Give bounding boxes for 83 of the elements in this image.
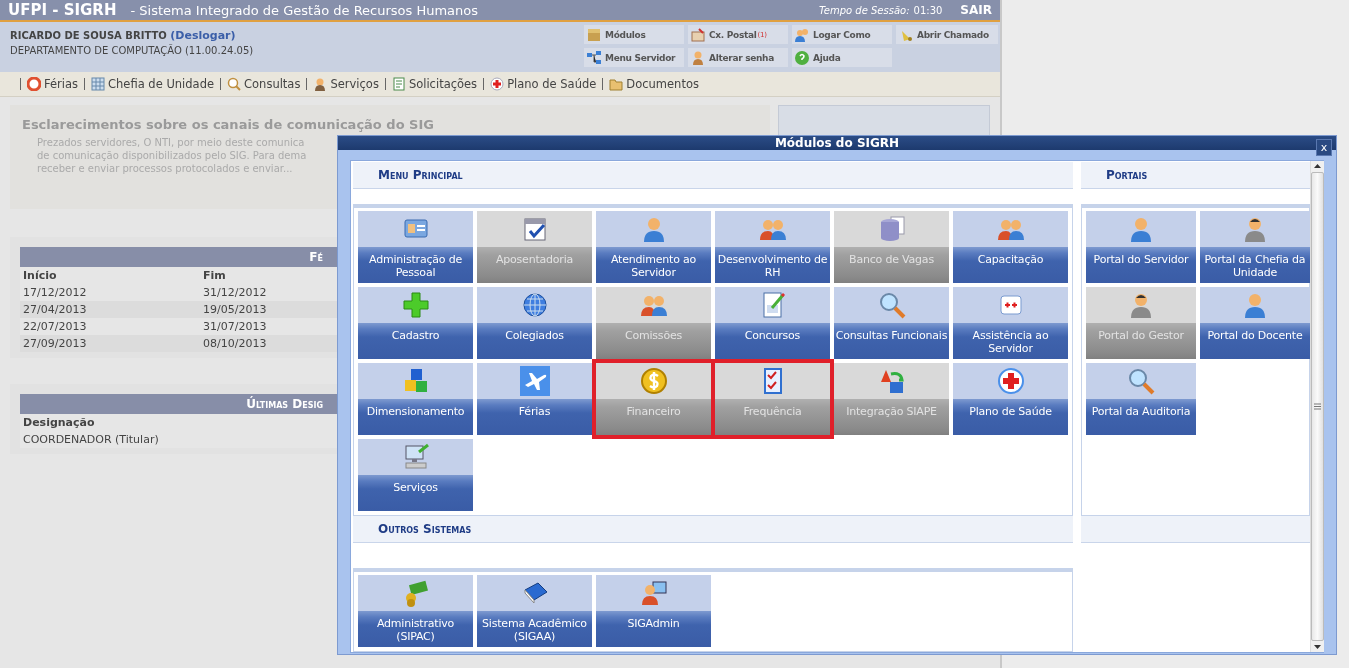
plus-icon	[400, 290, 431, 320]
notice-title: Esclarecimentos sobre os canais de comunicação do SIG	[22, 117, 435, 132]
module-tile[interactable]: Férias	[477, 363, 592, 435]
box-icon	[586, 26, 602, 43]
modal-title: Módulos do SIGRH	[774, 136, 900, 150]
table-cell-text: 17/12/2012	[23, 285, 88, 301]
module-tile[interactable]: Consultas Funcionais	[834, 287, 949, 359]
folder-icon	[609, 77, 624, 91]
table-cell-text: 27/09/2013	[23, 336, 88, 352]
magnifier-icon	[1126, 366, 1156, 396]
module-tile[interactable]: Portal do Servidor	[1086, 211, 1196, 283]
section-title: Menu Principal	[378, 168, 463, 182]
people-icon	[794, 26, 810, 43]
table-title: Fé	[308, 249, 323, 266]
menu-item[interactable]: Férias	[27, 77, 79, 91]
menu-item[interactable]: Solicitações	[391, 77, 478, 91]
close-button[interactable]: x	[1316, 139, 1332, 156]
menu-item[interactable]: Serviços	[313, 77, 379, 91]
module-tile[interactable]: Administrativo (SIPAC)	[358, 575, 473, 647]
quick-link[interactable]: Módulos	[584, 25, 684, 44]
scrollbar[interactable]	[1310, 161, 1324, 652]
column-header: Fim	[203, 268, 227, 284]
menu-item[interactable]: Documentos	[609, 77, 699, 91]
module-tile[interactable]: SIGAdmin	[596, 575, 711, 647]
coin-icon	[638, 366, 669, 396]
person-icon	[690, 49, 706, 66]
table-title: Últimas Desig	[245, 395, 323, 413]
module-tile[interactable]: Sistema Acadêmico (SIGAA)	[477, 575, 592, 647]
module-tile[interactable]: Atendimento ao Servidor	[596, 211, 711, 283]
department-name: DEPARTAMENTO DE COMPUTAÇÃO (11.00.24.05)	[10, 43, 255, 58]
module-tile[interactable]: Assistência ao Servidor	[953, 287, 1068, 359]
module-tile[interactable]: Serviços	[358, 439, 473, 511]
mailbox-icon	[690, 26, 706, 43]
quick-link[interactable]: Ajuda	[792, 48, 892, 67]
table-cell-text: 19/05/2013	[203, 302, 268, 318]
down-arrow-icon	[1313, 643, 1322, 652]
module-tile[interactable]: Plano de Saúde	[953, 363, 1068, 435]
session-time: 01:30	[913, 4, 943, 16]
table-cell-text: 31/12/2012	[203, 285, 268, 301]
module-tile[interactable]: Portal da Auditoria	[1086, 363, 1196, 435]
menu-item[interactable]: Chefia de Unidade	[91, 77, 215, 91]
search-icon	[227, 77, 242, 91]
module-tile[interactable]: Desenvolvimento de RH	[715, 211, 830, 283]
section-title: Portais	[1106, 168, 1148, 182]
table-cell-text: 27/04/2013	[23, 302, 88, 318]
airplane-icon	[519, 366, 550, 396]
medical-cross-icon	[995, 366, 1026, 396]
module-tile[interactable]: Portal da Chefia da Unidade	[1200, 211, 1310, 283]
module-tile[interactable]: Administração de Pessoal	[358, 211, 473, 283]
module-tile[interactable]: Concursos	[715, 287, 830, 359]
table-cell-text: 22/07/2013	[23, 319, 88, 335]
module-tile[interactable]: Portal do Docente	[1200, 287, 1310, 359]
help-icon	[794, 49, 810, 66]
up-arrow-icon	[1313, 161, 1322, 170]
quick-link[interactable]: Alterar senha	[688, 48, 788, 67]
grid-icon	[91, 77, 106, 91]
network-icon	[586, 49, 602, 66]
table-cell-text: 08/10/2013	[203, 336, 268, 352]
module-tile[interactable]: Cadastro	[358, 287, 473, 359]
logout-link[interactable]: (Deslogar)	[170, 29, 236, 42]
column-header: Início	[23, 268, 58, 284]
column-header: Designação	[23, 415, 96, 431]
menu-item[interactable]: Plano de Saúde	[490, 77, 597, 91]
quick-link[interactable]: Logar Como	[792, 25, 892, 44]
module-tile[interactable]: Dimensionamento	[358, 363, 473, 435]
person-icon	[313, 77, 328, 91]
user-name: RICARDO DE SOUSA BRITTO	[10, 30, 167, 41]
table-cell-text: 31/07/2013	[203, 319, 268, 335]
module-tile[interactable]: Capacitação	[953, 211, 1068, 283]
module-tile[interactable]: Colegiados	[477, 287, 592, 359]
section-title: Outros Sistemas	[378, 522, 472, 536]
lifebuoy-icon	[27, 77, 41, 91]
quick-link[interactable]: Abrir Chamado	[896, 25, 998, 44]
grip-icon	[1314, 403, 1321, 410]
table-cell-text: COORDENADOR (Titular)	[23, 432, 160, 448]
form-icon	[391, 77, 406, 91]
quick-link[interactable]: Menu Servidor	[584, 48, 684, 67]
menu-item[interactable]: Consultas	[227, 77, 301, 91]
medical-cross-icon	[490, 77, 505, 91]
session-label: Tempo de Sessão:	[818, 4, 910, 16]
system-name: UFPI - SIGRH	[8, 1, 117, 19]
logout-link[interactable]: SAIR	[960, 3, 992, 17]
system-subtitle: - Sistema Integrado de Gestão de Recursos Humanos	[130, 2, 480, 18]
